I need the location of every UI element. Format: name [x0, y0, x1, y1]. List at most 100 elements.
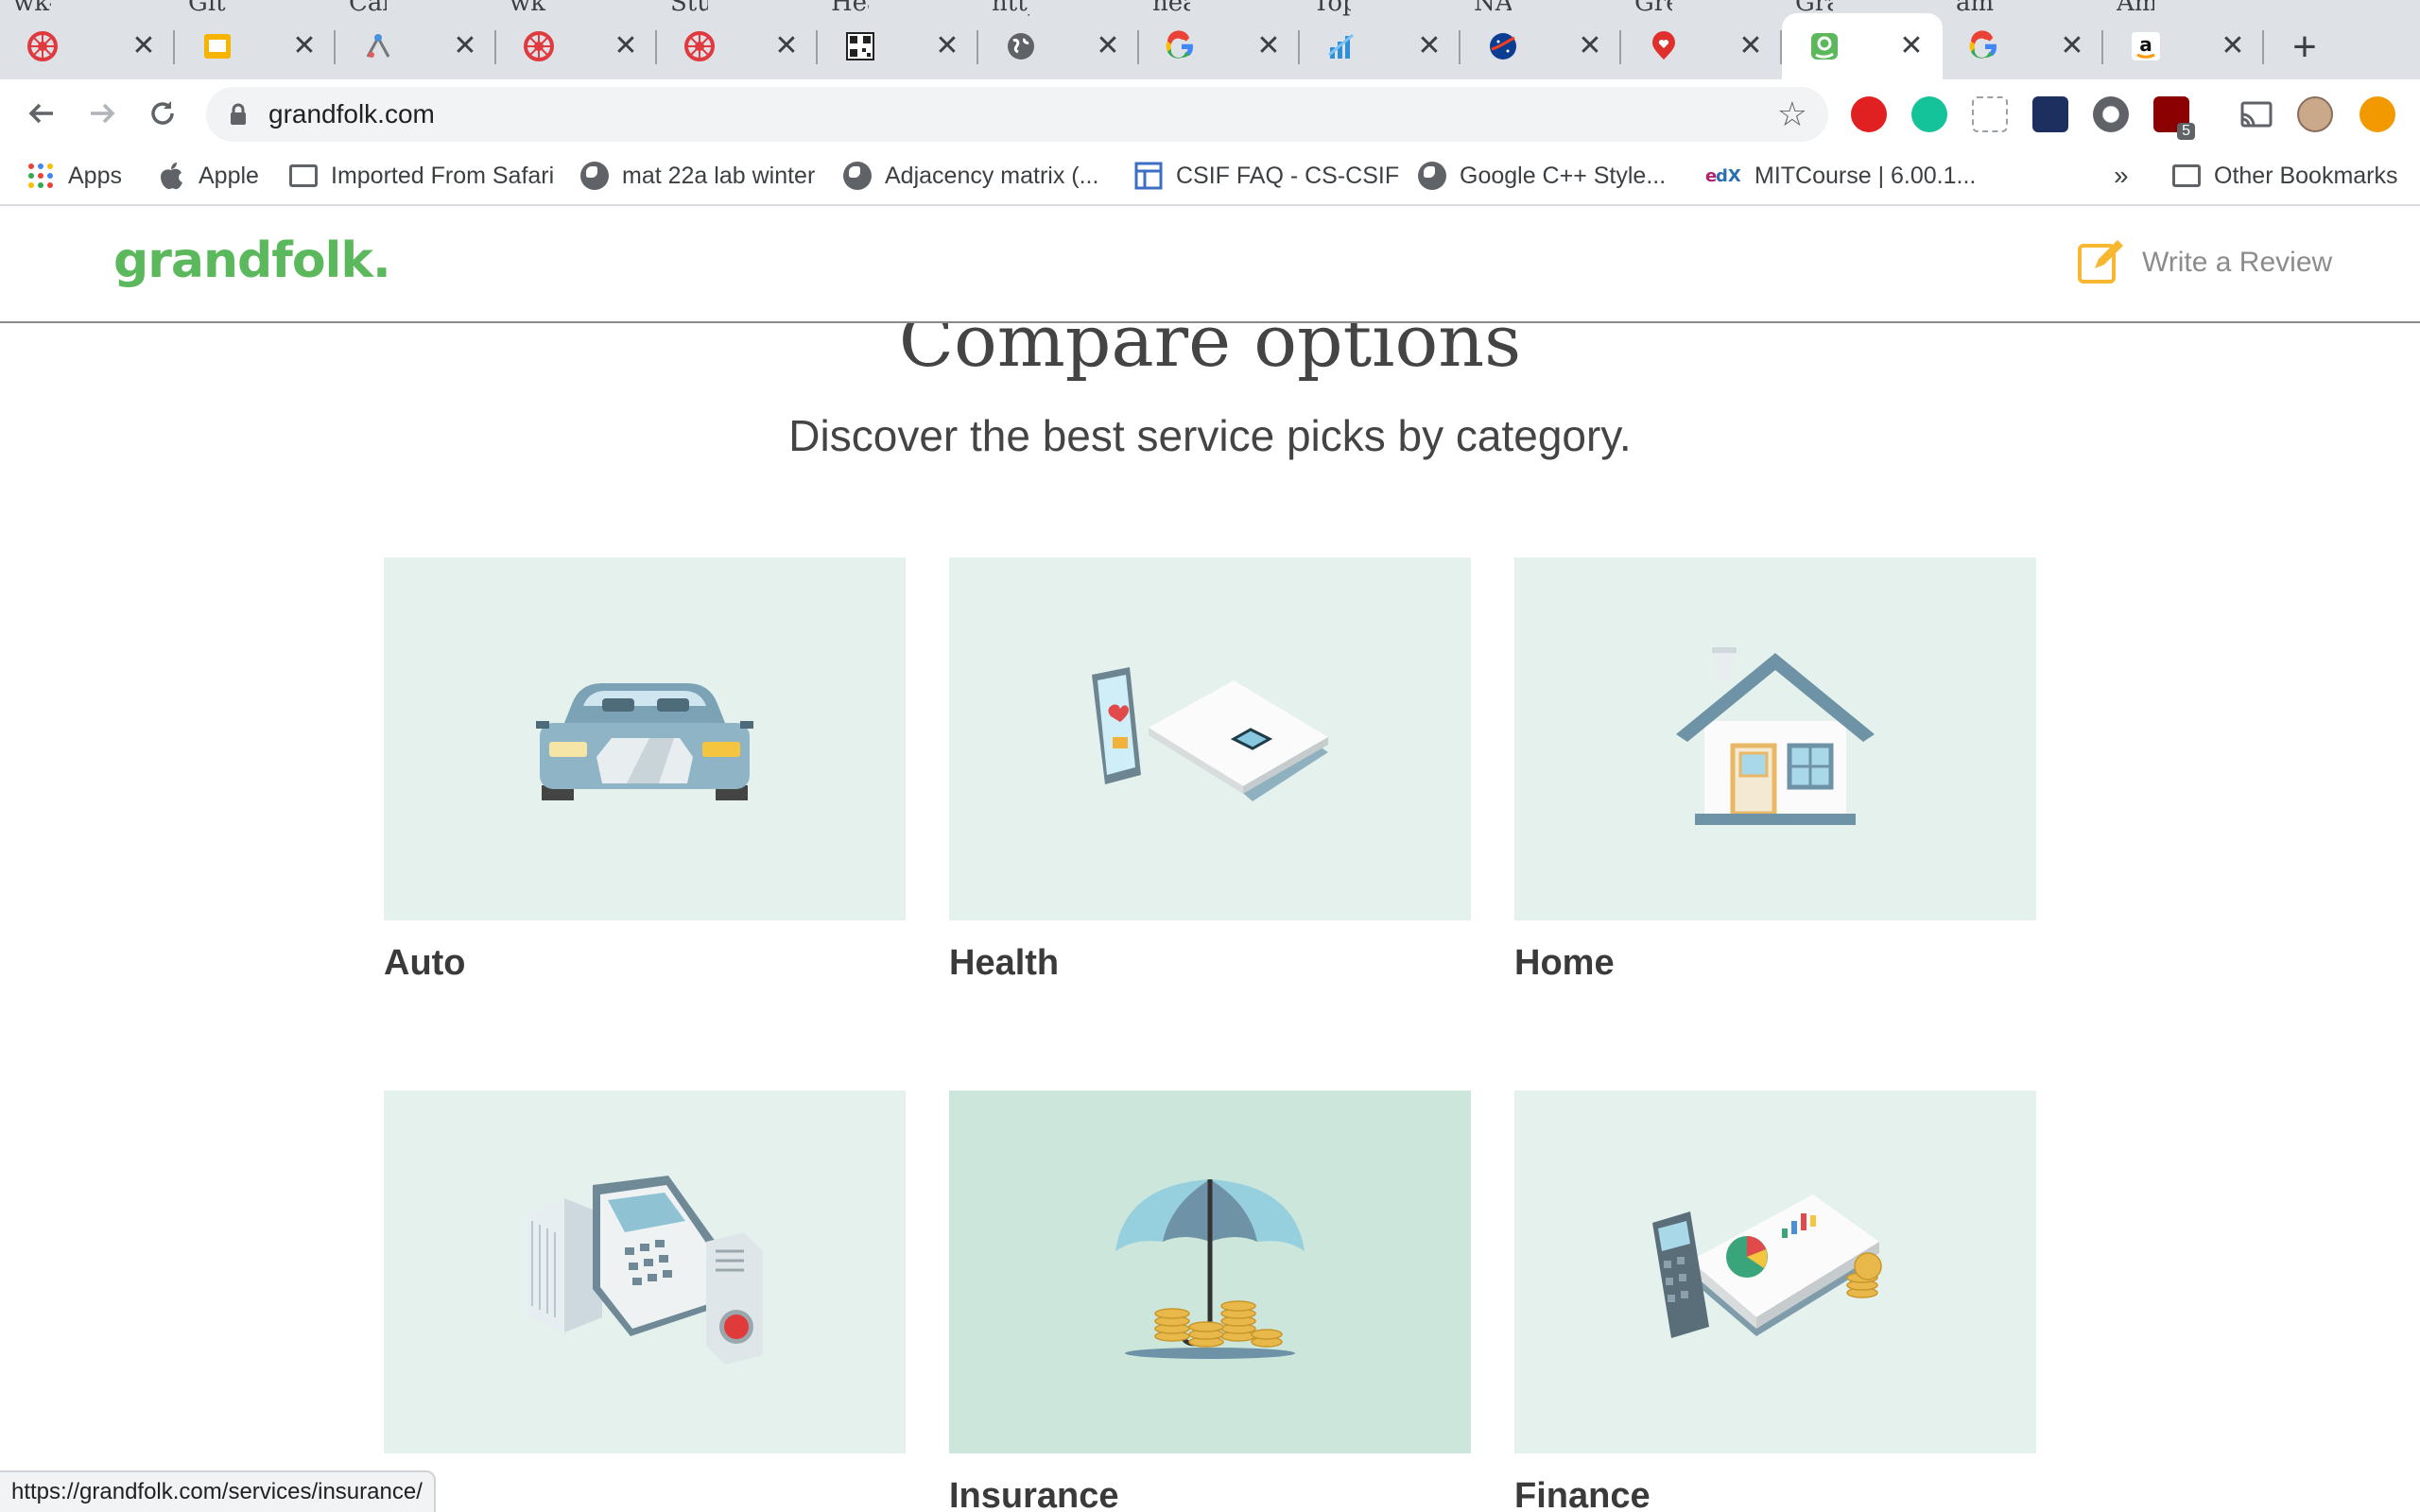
- bookmark-label: MITCourse | 6.00.1...: [1754, 162, 1977, 189]
- globe-icon: [580, 162, 609, 190]
- bookmark-label: Other Bookmarks: [2214, 162, 2398, 189]
- star-icon[interactable]: ☆: [1777, 93, 1807, 136]
- site-header: grandfolk. Write a Review: [0, 206, 2420, 323]
- avatar[interactable]: [2297, 96, 2333, 132]
- close-icon[interactable]: ✕: [612, 32, 640, 60]
- tab-stud[interactable]: Stud ✕: [657, 0, 818, 79]
- close-icon[interactable]: ✕: [130, 32, 158, 60]
- bookmarks-overflow-button[interactable]: »: [2114, 147, 2129, 204]
- tab-strip: wk4 ✕ Git a ✕ Call ✕ wk5 ✕ Stud ✕ Hea ✕ …: [0, 0, 2420, 79]
- bookmark-mat-22a[interactable]: mat 22a lab winter: [580, 147, 815, 204]
- bookmark-adjacency-matrix[interactable]: Adjacency matrix (...: [843, 147, 1098, 204]
- extension-red-icon[interactable]: [1851, 96, 1887, 132]
- bookmark-label: Google C++ Style...: [1460, 162, 1667, 189]
- category-tile[interactable]: [1514, 558, 2036, 920]
- tab-http[interactable]: http ✕: [978, 0, 1139, 79]
- back-button[interactable]: [21, 93, 62, 134]
- tab-ama-google[interactable]: ama ✕: [1943, 0, 2103, 79]
- compass-icon: [362, 30, 394, 62]
- tab-top[interactable]: Top ✕: [1300, 0, 1461, 79]
- bookmark-imported-from-safari[interactable]: Imported From Safari: [289, 147, 554, 204]
- ublock-icon[interactable]: 5: [2153, 96, 2195, 140]
- bookmarks-bar: Apps Apple Imported From Safari mat 22a …: [0, 147, 2420, 206]
- close-icon[interactable]: ✕: [1897, 32, 1926, 60]
- globe-icon: [1005, 30, 1037, 62]
- tab-hea[interactable]: Hea ✕: [818, 0, 978, 79]
- tab-grandfolk[interactable]: Gra ✕: [1782, 0, 1943, 79]
- link-status-bubble: https://grandfolk.com/services/insurance…: [0, 1470, 436, 1512]
- svg-text:dX: dX: [1716, 166, 1741, 186]
- close-icon[interactable]: ✕: [1737, 32, 1765, 60]
- category-card-auto[interactable]: Auto: [384, 558, 906, 984]
- svg-text:a: a: [2139, 33, 2152, 56]
- category-card-finance[interactable]: Finance: [1514, 1091, 2036, 1512]
- close-icon[interactable]: ✕: [1254, 32, 1283, 60]
- bookmark-label: CSIF FAQ - CS-CSIF: [1176, 162, 1400, 189]
- bookmark-label: Apps: [68, 162, 122, 189]
- close-icon[interactable]: ✕: [1576, 32, 1604, 60]
- close-icon[interactable]: ✕: [1094, 32, 1122, 60]
- tab-wk4[interactable]: wk4 ✕: [0, 0, 175, 79]
- close-icon[interactable]: ✕: [772, 32, 801, 60]
- category-card-insurance[interactable]: Insurance: [949, 1091, 1471, 1512]
- grandfolk-logo[interactable]: grandfolk.: [113, 232, 391, 289]
- new-tab-button[interactable]: +: [2278, 21, 2331, 74]
- bookmark-csif-faq[interactable]: CSIF FAQ - CS-CSIF: [1134, 147, 1399, 204]
- update-icon[interactable]: [2360, 96, 2395, 132]
- write-review-label: Write a Review: [2142, 247, 2333, 278]
- extension-badge: 5: [2177, 123, 2195, 140]
- chart-icon: [1326, 30, 1358, 62]
- extension-circle-icon[interactable]: [2093, 96, 2129, 132]
- close-icon[interactable]: ✕: [451, 32, 479, 60]
- tab-wk5[interactable]: wk5 ✕: [496, 0, 657, 79]
- tab-title: Ama: [2117, 0, 2154, 17]
- reload-button[interactable]: [142, 93, 183, 134]
- category-tile[interactable]: [949, 558, 1471, 920]
- tab-call[interactable]: Call ✕: [336, 0, 496, 79]
- bookmark-apps[interactable]: Apps: [26, 147, 122, 204]
- tab-git[interactable]: Git a ✕: [175, 0, 336, 79]
- category-card-home[interactable]: Home: [1514, 558, 2036, 984]
- close-icon[interactable]: ✕: [2219, 32, 2247, 60]
- tab-nasa[interactable]: NAS ✕: [1461, 0, 1621, 79]
- globe-icon: [1418, 162, 1446, 190]
- category-card-safety[interactable]: ety: [384, 1091, 906, 1512]
- write-review-button[interactable]: Write a Review: [2076, 236, 2332, 289]
- extension-shield-icon[interactable]: [2032, 96, 2068, 132]
- close-icon[interactable]: ✕: [933, 32, 961, 60]
- extension-screenshot-icon[interactable]: [1972, 96, 2008, 132]
- close-icon[interactable]: ✕: [1415, 32, 1443, 60]
- category-tile[interactable]: [949, 1091, 1471, 1453]
- tab-title: Gre: [1634, 0, 1672, 17]
- tab-title: wk5: [510, 0, 547, 17]
- grammarly-icon[interactable]: [1911, 96, 1947, 132]
- tab-gre[interactable]: Gre ✕: [1621, 0, 1782, 79]
- nasa-icon: [1487, 30, 1519, 62]
- category-card-health[interactable]: Health: [949, 558, 1471, 984]
- bookmark-label: Apple: [199, 162, 259, 189]
- category-label: Home: [1514, 943, 1615, 983]
- close-icon[interactable]: ✕: [290, 32, 319, 60]
- ucd-wheel-icon: [523, 30, 555, 62]
- close-icon[interactable]: ✕: [2058, 32, 2086, 60]
- bookmark-apple[interactable]: Apple: [157, 147, 259, 204]
- forward-button[interactable]: [81, 93, 123, 134]
- category-tile[interactable]: [1514, 1091, 2036, 1453]
- address-bar[interactable]: grandfolk.com ☆: [206, 87, 1828, 142]
- bookmark-mitcourse[interactable]: e dX MITCourse | 6.00.1...: [1705, 147, 1976, 204]
- bookmark-google-cpp-style[interactable]: Google C++ Style...: [1418, 147, 1666, 204]
- qr-icon: [844, 30, 876, 62]
- category-tile[interactable]: [384, 1091, 906, 1453]
- browser-toolbar: grandfolk.com ☆ 5: [0, 79, 2420, 147]
- tab-title: Call: [349, 0, 387, 17]
- tab-title: Hea: [831, 0, 869, 17]
- cast-icon[interactable]: [2238, 96, 2274, 132]
- category-tile[interactable]: [384, 558, 906, 920]
- bookmark-other-bookmarks[interactable]: Other Bookmarks: [2172, 147, 2398, 204]
- tab-heal[interactable]: heal ✕: [1139, 0, 1300, 79]
- house-illustration: [1676, 646, 1875, 832]
- tab-amazon[interactable]: a Ama ✕: [2103, 0, 2264, 79]
- folder-icon: [289, 162, 318, 190]
- folder-icon: [2172, 162, 2201, 190]
- ucd-wheel-icon: [26, 30, 59, 62]
